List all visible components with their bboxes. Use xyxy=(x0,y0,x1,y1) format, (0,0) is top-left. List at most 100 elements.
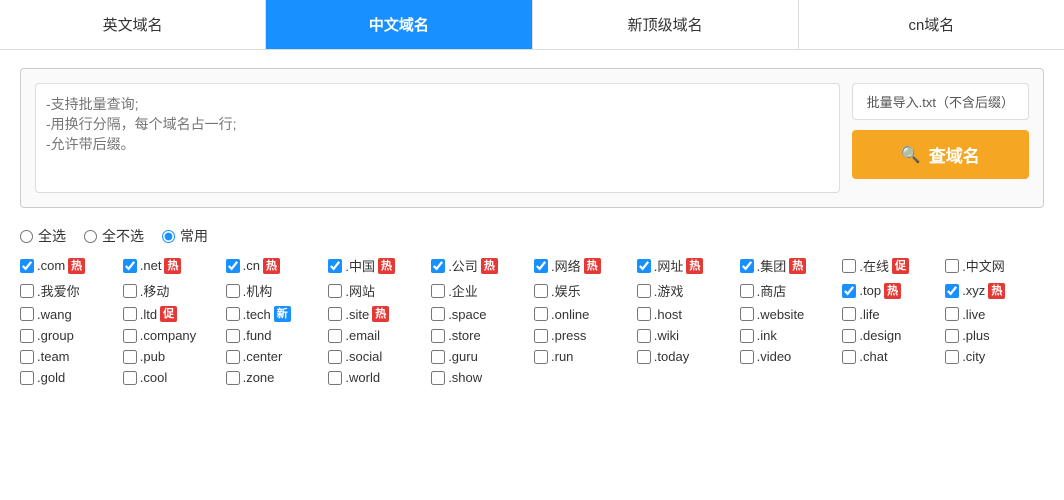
domain-item: .商店 xyxy=(740,281,839,300)
domain-item: .xyz热 xyxy=(945,281,1044,300)
domain-item: .ink xyxy=(740,328,839,343)
domain-checkbox[interactable] xyxy=(740,259,754,273)
domain-name: .fund xyxy=(243,328,272,343)
domain-name: .show xyxy=(448,370,482,385)
domain-checkbox[interactable] xyxy=(534,329,548,343)
domain-badge: 促 xyxy=(892,258,909,274)
domain-badge: 热 xyxy=(686,258,703,274)
domain-checkbox[interactable] xyxy=(328,371,342,385)
domain-name: .cool xyxy=(140,370,167,385)
domain-checkbox[interactable] xyxy=(20,371,34,385)
domain-checkbox[interactable] xyxy=(226,350,240,364)
domain-name: .wang xyxy=(37,307,72,322)
domain-item: .center xyxy=(226,349,325,364)
domain-checkbox[interactable] xyxy=(20,284,34,298)
domain-checkbox[interactable] xyxy=(328,350,342,364)
domain-checkbox[interactable] xyxy=(226,329,240,343)
domain-name: .商店 xyxy=(757,281,787,300)
domain-checkbox[interactable] xyxy=(226,259,240,273)
domain-item: .group xyxy=(20,328,119,343)
domain-checkbox[interactable] xyxy=(842,350,856,364)
domain-checkbox[interactable] xyxy=(842,259,856,273)
domain-checkbox[interactable] xyxy=(226,371,240,385)
tab-cn[interactable]: cn域名 xyxy=(799,0,1064,49)
domain-checkbox[interactable] xyxy=(637,350,651,364)
domain-checkbox[interactable] xyxy=(842,307,856,321)
domain-checkbox[interactable] xyxy=(123,371,137,385)
domain-checkbox[interactable] xyxy=(740,284,754,298)
domain-checkbox[interactable] xyxy=(20,329,34,343)
domain-name: .company xyxy=(140,328,196,343)
tab-chinese[interactable]: 中文域名 xyxy=(266,0,532,49)
domain-checkbox[interactable] xyxy=(842,284,856,298)
domain-badge: 热 xyxy=(68,258,85,274)
radio-none[interactable]: 全不选 xyxy=(84,226,144,246)
domain-item: .tech新 xyxy=(226,306,325,322)
domain-checkbox[interactable] xyxy=(945,329,959,343)
domain-item: .live xyxy=(945,306,1044,322)
domain-checkbox[interactable] xyxy=(431,350,445,364)
domain-checkbox[interactable] xyxy=(226,284,240,298)
domain-checkbox[interactable] xyxy=(431,259,445,273)
domain-name: .集团 xyxy=(757,256,787,275)
domain-item: .游戏 xyxy=(637,281,736,300)
domain-checkbox[interactable] xyxy=(431,284,445,298)
domain-checkbox[interactable] xyxy=(123,329,137,343)
domain-checkbox[interactable] xyxy=(534,284,548,298)
domain-checkbox[interactable] xyxy=(431,329,445,343)
domain-checkbox[interactable] xyxy=(123,307,137,321)
domain-checkbox[interactable] xyxy=(637,329,651,343)
radio-common[interactable]: 常用 xyxy=(162,226,208,246)
domain-name: .world xyxy=(345,370,380,385)
domain-checkbox[interactable] xyxy=(842,329,856,343)
domain-checkbox[interactable] xyxy=(534,350,548,364)
radio-all[interactable]: 全选 xyxy=(20,226,66,246)
domain-item: .host xyxy=(637,306,736,322)
domain-checkbox[interactable] xyxy=(123,350,137,364)
tab-english[interactable]: 英文域名 xyxy=(0,0,266,49)
domain-checkbox[interactable] xyxy=(534,307,548,321)
domain-checkbox[interactable] xyxy=(431,307,445,321)
domain-item: .wang xyxy=(20,306,119,322)
domain-checkbox[interactable] xyxy=(534,259,548,273)
domain-checkbox[interactable] xyxy=(20,350,34,364)
domain-input[interactable] xyxy=(35,83,840,193)
domain-checkbox[interactable] xyxy=(123,259,137,273)
domain-checkbox[interactable] xyxy=(431,371,445,385)
domain-name: .design xyxy=(859,328,901,343)
domain-item: .gold xyxy=(20,370,119,385)
domain-checkbox[interactable] xyxy=(328,259,342,273)
search-button[interactable]: 🔍 查域名 xyxy=(852,130,1029,179)
domain-name: .email xyxy=(345,328,380,343)
domain-checkbox[interactable] xyxy=(328,307,342,321)
import-button[interactable]: 批量导入.txt（不含后缀） xyxy=(852,83,1029,120)
domain-item: .fund xyxy=(226,328,325,343)
domain-badge: 热 xyxy=(164,258,181,274)
domain-checkbox[interactable] xyxy=(328,284,342,298)
domain-item: .top热 xyxy=(842,281,941,300)
domain-checkbox[interactable] xyxy=(123,284,137,298)
domain-name: .wiki xyxy=(654,328,679,343)
domain-item: .pub xyxy=(123,349,222,364)
domain-checkbox[interactable] xyxy=(637,284,651,298)
domain-item: .online xyxy=(534,306,633,322)
tab-new-tld[interactable]: 新顶级域名 xyxy=(533,0,799,49)
domain-name: .ltd xyxy=(140,307,157,322)
domain-checkbox[interactable] xyxy=(637,259,651,273)
domain-checkbox[interactable] xyxy=(740,350,754,364)
domain-name: .ink xyxy=(757,328,777,343)
domain-checkbox[interactable] xyxy=(226,307,240,321)
domain-checkbox[interactable] xyxy=(945,259,959,273)
domain-item: .wiki xyxy=(637,328,736,343)
domain-checkbox[interactable] xyxy=(740,329,754,343)
domain-checkbox[interactable] xyxy=(945,284,959,298)
domain-checkbox[interactable] xyxy=(328,329,342,343)
domain-checkbox[interactable] xyxy=(637,307,651,321)
domain-checkbox[interactable] xyxy=(20,307,34,321)
domain-checkbox[interactable] xyxy=(945,307,959,321)
domain-checkbox[interactable] xyxy=(945,350,959,364)
domain-checkbox[interactable] xyxy=(20,259,34,273)
domain-item: .中国热 xyxy=(328,256,427,275)
domain-name: .网络 xyxy=(551,256,581,275)
domain-checkbox[interactable] xyxy=(740,307,754,321)
